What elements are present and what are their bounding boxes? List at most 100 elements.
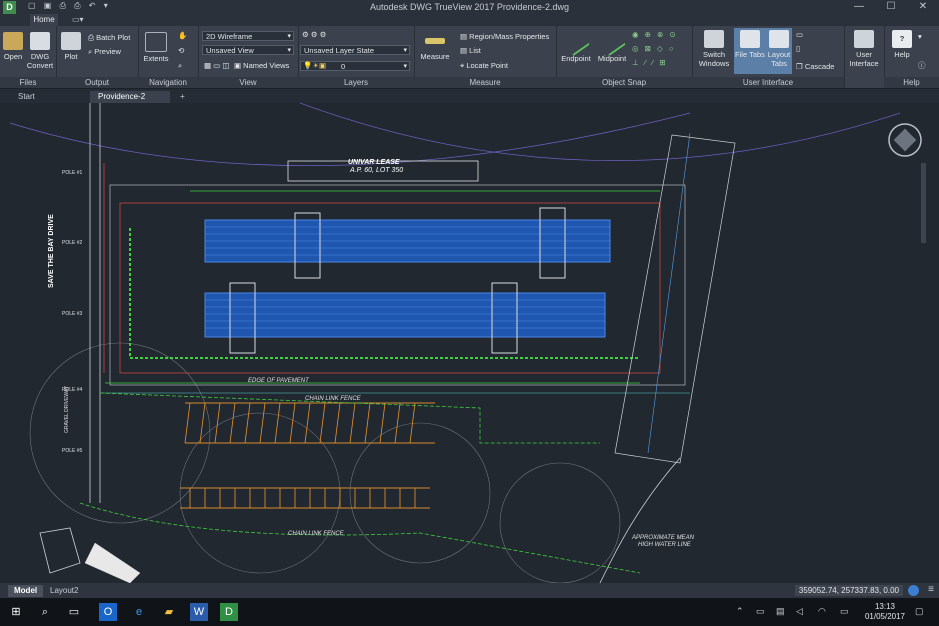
cascade-button[interactable]: ❐ Cascade <box>796 62 834 71</box>
layers-panel-title: Layers <box>298 77 414 88</box>
extents-button[interactable]: Extents <box>142 32 170 63</box>
building-outline <box>39 527 81 574</box>
layer-state-dropdown[interactable]: Unsaved Layer State <box>300 45 410 56</box>
layers-panel: ⚙ ⚙ ⚙ Unsaved Layer State 0 💡☀▣ Layers <box>298 26 415 88</box>
wifi-icon[interactable]: ◠ <box>818 606 826 617</box>
keyboard-icon[interactable]: ▤ <box>776 606 785 617</box>
navigation-panel-title: Navigation <box>138 77 198 88</box>
dwg-convert-button[interactable]: DWG Convert <box>26 32 54 70</box>
region-mass-button[interactable]: ▤ Region/Mass Properties <box>460 32 549 41</box>
workspace-icon[interactable] <box>908 585 919 596</box>
midpoint-button[interactable]: Midpoint <box>594 28 630 63</box>
open-label: Open <box>3 52 23 61</box>
tab-model[interactable]: Model <box>8 585 44 597</box>
user-interface-label-1: User <box>856 50 872 59</box>
help-panel-title: Help <box>884 77 939 88</box>
tab-providence-2[interactable]: Providence-2 <box>90 91 170 103</box>
view-tool-icons[interactable]: ▦ ▭ ◫ <box>204 61 229 70</box>
object-snap-panel-title: Object Snap <box>556 77 692 88</box>
open-button[interactable]: Open <box>2 32 24 61</box>
tab-start[interactable]: Start <box>10 91 43 103</box>
solar-array-south <box>204 292 606 338</box>
named-views-label: Named Views <box>243 61 290 70</box>
saved-view-dropdown[interactable]: Unsaved View <box>202 45 294 56</box>
plot-button[interactable]: Plot <box>60 32 82 61</box>
measure-panel: Measure ▤ Region/Mass Properties ▤ List … <box>414 26 557 88</box>
tab-layout2[interactable]: Layout2 <box>44 585 84 597</box>
info-icon[interactable]: ⓘ <box>918 60 926 71</box>
ribbon-tab-home[interactable]: Home <box>30 14 58 26</box>
close-button[interactable]: ✕ <box>907 0 939 14</box>
maximize-button[interactable]: ☐ <box>875 0 907 14</box>
midpoint-icon <box>598 28 626 56</box>
file-explorer-icon[interactable]: ▰ <box>160 603 178 621</box>
tile-vertical-icon[interactable]: ▯ <box>796 44 800 53</box>
endpoint-button[interactable]: Endpoint <box>558 28 594 63</box>
locate-point-button[interactable]: ⌖ Locate Point <box>460 61 508 71</box>
windows-start-icon[interactable]: ⊞ <box>7 603 25 621</box>
file-tabs-icon <box>740 30 760 48</box>
task-view-icon[interactable]: ▭ <box>65 603 83 621</box>
pole-label: POLE #1 <box>62 170 83 176</box>
list-button[interactable]: ▤ List <box>460 46 481 55</box>
printer-icon <box>61 32 81 50</box>
notifications-icon[interactable]: ▢ <box>915 606 924 617</box>
layout-tabs-button[interactable]: Layout Tabs <box>766 28 792 74</box>
snap-icons-row-1[interactable]: ◉ ⊕ ⊗ ⊙ <box>632 30 678 39</box>
property-line <box>647 132 691 454</box>
new-tab-button[interactable]: + <box>172 91 193 103</box>
dwg-trueview-taskbar-icon[interactable]: D <box>220 603 238 621</box>
named-views-button[interactable]: ▣ Named Views <box>234 61 289 70</box>
snap-icons-row-2[interactable]: ◎ ⊠ ◇ ○ <box>632 44 675 53</box>
customize-icon[interactable]: ≡ <box>928 584 934 595</box>
pole-label: POLE #5 <box>62 448 83 454</box>
tray-up-icon[interactable]: ⌃ <box>736 606 744 617</box>
clock[interactable]: 13:13 01/05/2017 <box>865 602 905 622</box>
user-interface-button[interactable]: User Interface <box>846 30 882 68</box>
batch-plot-button[interactable]: ⎙ Batch Plot <box>88 33 130 43</box>
word-icon[interactable]: W <box>190 603 208 621</box>
user-interface-icon <box>854 30 874 48</box>
preview-button[interactable]: ⌕ Preview <box>88 47 121 57</box>
named-views-icon: ▣ <box>234 61 244 70</box>
viewcube-icon[interactable] <box>893 128 917 152</box>
switch-windows-button[interactable]: Switch Windows <box>698 30 730 68</box>
document-tab-bar: Start Providence-2 + <box>0 89 939 103</box>
outlook-icon[interactable]: O <box>99 603 117 621</box>
zoom-icon[interactable]: ⌕ <box>178 61 182 71</box>
edge-icon[interactable]: e <box>130 603 148 621</box>
layout-tabs-label-1: Layout <box>767 50 791 59</box>
help-button[interactable]: ? Help <box>888 30 916 59</box>
layout-tabs-label-2: Tabs <box>771 59 787 68</box>
network-icon[interactable]: ▭ <box>756 606 765 617</box>
tile-horizontal-icon[interactable]: ▭ <box>796 30 803 39</box>
ribbon: Open DWG Convert Files Plot ⎙ Batch Plot… <box>0 26 939 89</box>
univar-lease-label: UNIVAR LEASE <box>348 159 400 166</box>
measure-button[interactable]: Measure <box>418 32 452 61</box>
layer-state-icons: 💡☀▣ <box>303 61 327 70</box>
user-interface-label-2: Interface <box>849 59 879 68</box>
snap-icons-row-3[interactable]: ⊥ ∕ ∕ ⊞ <box>632 58 668 67</box>
folder-icon <box>3 32 23 50</box>
chain-link-fence-label-2: CHAIN LINK FENCE <box>288 531 344 537</box>
pan-icon[interactable]: ✋ <box>178 31 187 40</box>
ribbon-options-icon[interactable]: ▭▾ <box>72 15 84 24</box>
orbit-icon[interactable]: ⟲ <box>178 46 184 55</box>
ribbon-tab-row: Home ▭▾ <box>0 14 939 26</box>
output-panel-title: Output <box>56 77 138 88</box>
visual-style-dropdown[interactable]: 2D Wireframe <box>202 31 294 42</box>
file-tabs-button[interactable]: File Tabs <box>734 28 766 74</box>
volume-icon[interactable]: ◁ <box>796 606 803 617</box>
measure-panel-title: Measure <box>414 77 556 88</box>
layer-tool-icons[interactable]: ⚙ ⚙ ⚙ <box>302 30 326 39</box>
language-icon[interactable]: ▭ <box>840 606 849 617</box>
dwg-convert-label-2: Convert <box>26 61 54 70</box>
navbar-scroll[interactable] <box>921 163 926 243</box>
drawing-canvas[interactable]: UNIVAR LEASE A.P. 60, LOT 350 EDGE OF PA… <box>0 103 939 583</box>
pole-label: POLE #4 <box>62 387 83 393</box>
region-mass-label: Region/Mass Properties <box>469 32 550 41</box>
search-icon[interactable]: ⌕ <box>36 603 54 621</box>
help-dropdown-icon[interactable]: ▾ <box>918 32 922 41</box>
minimize-button[interactable]: — <box>843 0 875 14</box>
help-panel: ? Help ▾ ⓘ Help <box>884 26 939 88</box>
